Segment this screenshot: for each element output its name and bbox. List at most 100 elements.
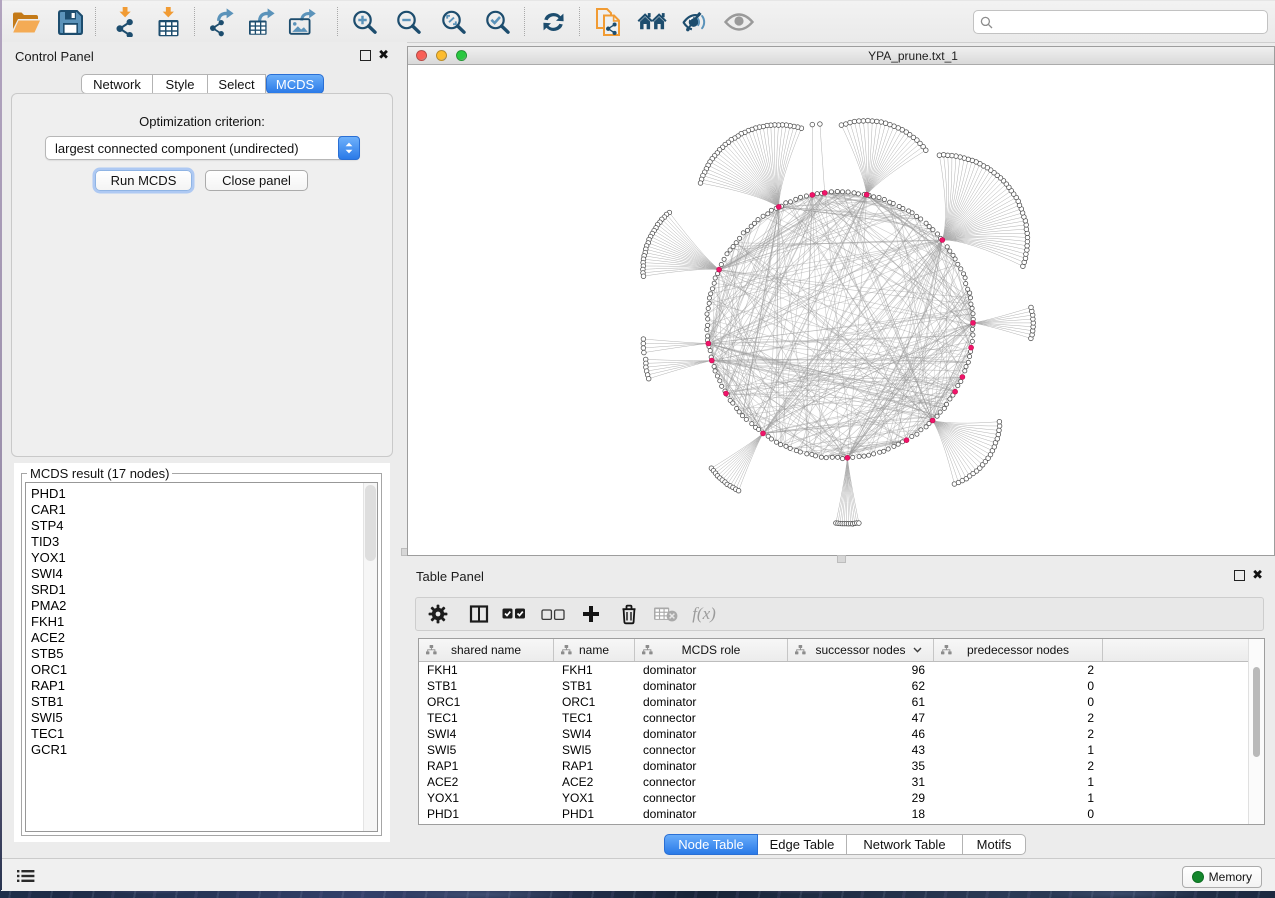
mcds-result-item[interactable]: SWI4	[31, 566, 67, 582]
control-panel: Control Panel ✖ NetworkStyleSelectMCDS O…	[1, 42, 403, 858]
tab-node-table[interactable]: Node Table	[664, 834, 758, 855]
mcds-result-item[interactable]: FKH1	[31, 614, 67, 630]
column-header-name[interactable]: name	[554, 639, 635, 661]
tab-network[interactable]: Network	[81, 74, 153, 94]
tab-mcds[interactable]: MCDS	[266, 74, 324, 94]
unchecked-boxes-icon[interactable]	[540, 601, 566, 627]
mcds-result-item[interactable]: YOX1	[31, 550, 67, 566]
show-eye-icon[interactable]	[724, 7, 754, 37]
table-row[interactable]: STB1STB1dominator620	[419, 678, 1249, 694]
network-title-bar[interactable]: YPA_prune.txt_1	[408, 47, 1274, 65]
optimization-dropdown[interactable]: largest connected component (undirected)	[45, 136, 360, 160]
trash-icon[interactable]	[616, 601, 642, 627]
zoom-fit-icon[interactable]	[438, 7, 468, 37]
cell-name: SWI5	[554, 743, 635, 757]
table-row[interactable]: TEC1TEC1connector472	[419, 710, 1249, 726]
homes-icon[interactable]	[637, 7, 667, 37]
close-panel-icon[interactable]: ✖	[378, 50, 389, 61]
zoom-out-icon[interactable]	[393, 7, 423, 37]
network-canvas[interactable]	[408, 65, 1274, 555]
table-row[interactable]: SWI5SWI5connector431	[419, 742, 1249, 758]
column-header-shared-name[interactable]: shared name	[419, 639, 554, 661]
cell-shared-name: STB1	[419, 679, 554, 693]
export-table-icon[interactable]	[247, 7, 277, 37]
refresh-icon[interactable]	[538, 7, 568, 37]
tab-style[interactable]: Style	[153, 74, 208, 94]
mcds-result-item[interactable]: PHD1	[31, 486, 67, 502]
table-row[interactable]: FKH1FKH1dominator962	[419, 662, 1249, 678]
mcds-result-item[interactable]: CAR1	[31, 502, 67, 518]
cell-predecessor-nodes: 0	[934, 807, 1103, 821]
toolbar-separator	[579, 7, 580, 36]
gear-icon[interactable]	[425, 601, 451, 627]
table-row[interactable]: RAP1RAP1dominator352	[419, 758, 1249, 774]
table-row[interactable]: ORC1ORC1dominator610	[419, 694, 1249, 710]
mcds-result-item[interactable]: SWI5	[31, 710, 67, 726]
cell-name: TEC1	[554, 711, 635, 725]
search-box[interactable]	[973, 10, 1268, 34]
tab-select[interactable]: Select	[208, 74, 266, 94]
mcds-result-item[interactable]: STB5	[31, 646, 67, 662]
column-header-predecessor-nodes[interactable]: predecessor nodes	[934, 639, 1103, 661]
task-history-icon[interactable]	[14, 866, 38, 886]
mcds-result-item[interactable]: ORC1	[31, 662, 67, 678]
cell-shared-name: PHD1	[419, 807, 554, 821]
float-panel-icon[interactable]	[360, 50, 371, 61]
float-table-panel-icon[interactable]	[1234, 570, 1245, 581]
mcds-result-item[interactable]: TEC1	[31, 726, 67, 742]
clone-network-icon[interactable]	[593, 7, 623, 37]
cell-successor-nodes: 46	[788, 727, 934, 741]
mcds-result-item[interactable]: GCR1	[31, 742, 67, 758]
column-header-MCDS-role[interactable]: MCDS role	[635, 639, 788, 661]
mcds-result-legend: MCDS result (17 nodes)	[27, 466, 172, 481]
zoom-selected-icon[interactable]	[482, 7, 512, 37]
table-row[interactable]: ACE2ACE2connector311	[419, 774, 1249, 790]
tab-network-table[interactable]: Network Table	[847, 834, 963, 855]
mcds-result-list[interactable]: PHD1CAR1STP4TID3YOX1SWI4SRD1PMA2FKH1ACE2…	[25, 482, 378, 832]
cell-predecessor-nodes: 2	[934, 711, 1103, 725]
tab-edge-table[interactable]: Edge Table	[758, 834, 847, 855]
mcds-result-item[interactable]: STP4	[31, 518, 67, 534]
mcds-result-box: MCDS result (17 nodes) PHD1CAR1STP4TID3Y…	[14, 463, 390, 842]
run-mcds-button[interactable]: Run MCDS	[95, 170, 192, 191]
import-network-icon[interactable]	[110, 7, 140, 37]
hide-eye-icon[interactable]	[681, 7, 711, 37]
table-row[interactable]: SWI4SWI4dominator462	[419, 726, 1249, 742]
open-folder-icon[interactable]	[11, 7, 41, 37]
cell-successor-nodes: 18	[788, 807, 934, 821]
mcds-result-item[interactable]: RAP1	[31, 678, 67, 694]
desktop: Control Panel ✖ NetworkStyleSelectMCDS O…	[0, 0, 1275, 898]
mcds-result-item[interactable]: SRD1	[31, 582, 67, 598]
toolbar-separator	[524, 7, 525, 36]
search-input[interactable]	[993, 14, 1267, 30]
toolbar-separator	[194, 7, 195, 36]
zoom-in-icon[interactable]	[349, 7, 379, 37]
table-row[interactable]: YOX1YOX1connector291	[419, 790, 1249, 806]
memory-status-icon	[1192, 871, 1204, 883]
close-panel-button[interactable]: Close panel	[205, 170, 308, 191]
memory-button[interactable]: Memory	[1182, 866, 1262, 888]
column-header-successor-nodes[interactable]: successor nodes	[788, 639, 934, 661]
mcds-result-item[interactable]: STB1	[31, 694, 67, 710]
delete-table-icon	[653, 601, 679, 627]
export-image-icon[interactable]	[288, 7, 318, 37]
close-table-panel-icon[interactable]: ✖	[1252, 570, 1263, 581]
checked-boxes-icon[interactable]	[501, 601, 527, 627]
cell-name: FKH1	[554, 663, 635, 677]
cell-successor-nodes: 43	[788, 743, 934, 757]
mcds-list-scrollbar[interactable]	[363, 483, 377, 831]
plus-icon[interactable]	[578, 601, 604, 627]
horizontal-splitter-handle[interactable]	[837, 555, 846, 563]
table-scrollbar[interactable]	[1248, 639, 1264, 824]
export-network-icon[interactable]	[208, 7, 238, 37]
mcds-result-item[interactable]: TID3	[31, 534, 67, 550]
mcds-result-item[interactable]: ACE2	[31, 630, 67, 646]
tab-motifs[interactable]: Motifs	[963, 834, 1026, 855]
cell-successor-nodes: 29	[788, 791, 934, 805]
cell-predecessor-nodes: 2	[934, 663, 1103, 677]
split-columns-icon[interactable]	[466, 601, 492, 627]
save-icon[interactable]	[55, 7, 85, 37]
mcds-result-item[interactable]: PMA2	[31, 598, 67, 614]
import-table-icon[interactable]	[153, 7, 183, 37]
table-row[interactable]: PHD1PHD1dominator180	[419, 806, 1249, 822]
